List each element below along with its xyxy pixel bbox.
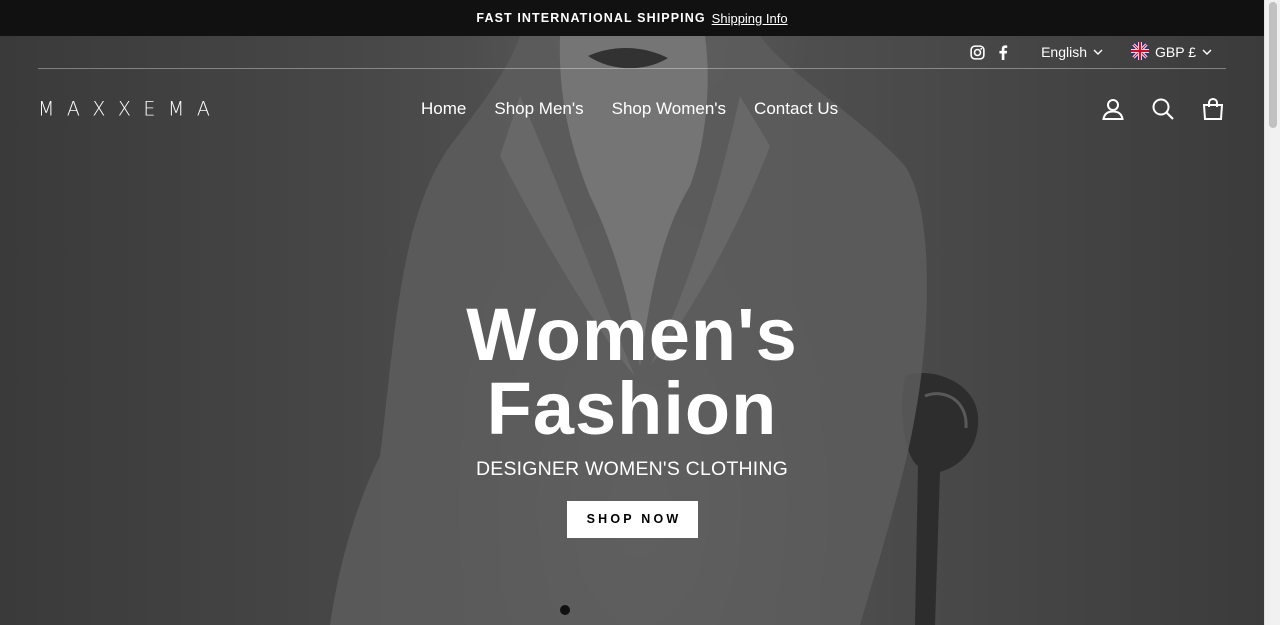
site-header: MAXXEMA Home Shop Men's Shop Women's Con… bbox=[38, 70, 1226, 148]
page: FAST INTERNATIONAL SHIPPING Shipping Inf… bbox=[0, 0, 1280, 625]
language-selector[interactable]: English bbox=[1041, 44, 1103, 60]
uk-flag-icon bbox=[1131, 41, 1149, 63]
nav-home[interactable]: Home bbox=[421, 99, 466, 119]
hero-content: Women's Fashion DESIGNER WOMEN'S CLOTHIN… bbox=[432, 298, 832, 538]
instagram-icon[interactable] bbox=[969, 44, 985, 60]
header-icons bbox=[1100, 70, 1226, 148]
hero-title-line2: Fashion bbox=[486, 367, 778, 450]
hero-title-line1: Women's bbox=[466, 293, 798, 376]
nav-shop-mens[interactable]: Shop Men's bbox=[494, 99, 583, 119]
hero-title: Women's Fashion bbox=[432, 298, 832, 446]
utility-bar: English GBP £ bbox=[38, 36, 1226, 69]
brand-logo[interactable]: MAXXEMA bbox=[38, 97, 222, 120]
cart-icon[interactable] bbox=[1200, 96, 1226, 122]
account-icon[interactable] bbox=[1100, 96, 1126, 122]
facebook-icon[interactable] bbox=[995, 44, 1011, 60]
shipping-info-link[interactable]: Shipping Info bbox=[712, 11, 788, 26]
currency-selector[interactable]: GBP £ bbox=[1131, 41, 1212, 63]
chevron-down-icon bbox=[1093, 47, 1103, 57]
language-label: English bbox=[1041, 44, 1087, 60]
shop-now-button[interactable]: SHOP NOW bbox=[566, 501, 698, 538]
scrollbar-thumb[interactable] bbox=[1269, 2, 1277, 128]
announcement-bar: FAST INTERNATIONAL SHIPPING Shipping Inf… bbox=[0, 0, 1264, 36]
currency-label: GBP £ bbox=[1155, 44, 1196, 60]
nav-shop-womens[interactable]: Shop Women's bbox=[612, 99, 726, 119]
hero-subtitle: DESIGNER WOMEN'S CLOTHING bbox=[475, 458, 789, 480]
main-nav: Home Shop Men's Shop Women's Contact Us bbox=[421, 70, 838, 148]
social-links bbox=[969, 44, 1011, 60]
search-icon[interactable] bbox=[1150, 96, 1176, 122]
page-scrollbar[interactable] bbox=[1264, 0, 1280, 625]
nav-contact-us[interactable]: Contact Us bbox=[754, 99, 838, 119]
chevron-down-icon bbox=[1202, 47, 1212, 57]
announcement-message: FAST INTERNATIONAL SHIPPING bbox=[476, 11, 706, 25]
